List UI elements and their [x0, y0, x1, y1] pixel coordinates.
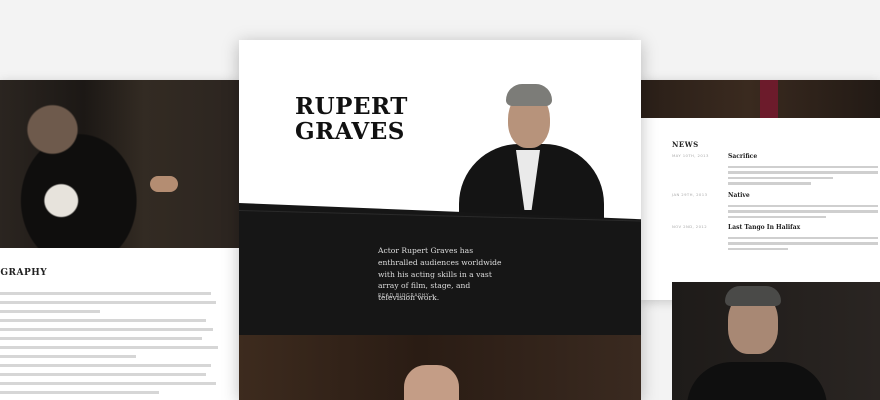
site-title-line2: GRAVES — [295, 118, 405, 145]
site-title: RUPERT GRAVES — [295, 94, 408, 144]
news-date: NOV 2ND, 2012 — [672, 224, 708, 229]
biography-page-mockup: OGRAPHY — [0, 80, 240, 400]
news-title[interactable]: Native — [728, 192, 750, 199]
news-page-mockup: NEWS MAY 10TH, 2013 Sacrifice JAN 29TH, … — [640, 80, 880, 300]
news-date: MAY 10TH, 2013 — [672, 153, 709, 158]
tie-image — [760, 80, 778, 118]
hero-portrait — [459, 62, 629, 234]
news-body-lines — [728, 163, 878, 188]
portrait-photo-card — [672, 282, 880, 400]
biography-photo — [0, 80, 240, 248]
news-title[interactable]: Last Tango In Halifax — [728, 224, 800, 231]
biography-heading: OGRAPHY — [0, 268, 48, 278]
home-page-mockup: RUPERT GRAVES Actor Rupert Graves has en… — [239, 40, 641, 400]
hair-shape — [506, 84, 552, 106]
coat-shape — [687, 362, 827, 400]
hair-shape — [725, 286, 781, 306]
news-body-lines — [728, 202, 878, 221]
news-title[interactable]: Sacrifice — [728, 153, 757, 160]
news-date: JAN 29TH, 2013 — [672, 192, 708, 197]
read-biography-link[interactable]: READ BIOGRAPHY › — [378, 294, 434, 299]
news-heading: NEWS — [672, 140, 699, 149]
biography-text-lines — [0, 286, 230, 400]
hero-section: RUPERT GRAVES — [239, 40, 641, 234]
actor-seated-image — [0, 90, 175, 248]
news-body-lines — [728, 234, 878, 253]
news-header-photo — [640, 80, 880, 118]
bottom-photo-strip — [239, 335, 641, 400]
hand-with-watch-image — [150, 176, 178, 192]
site-title-line1: RUPERT — [295, 93, 408, 120]
face-shape — [404, 365, 459, 400]
